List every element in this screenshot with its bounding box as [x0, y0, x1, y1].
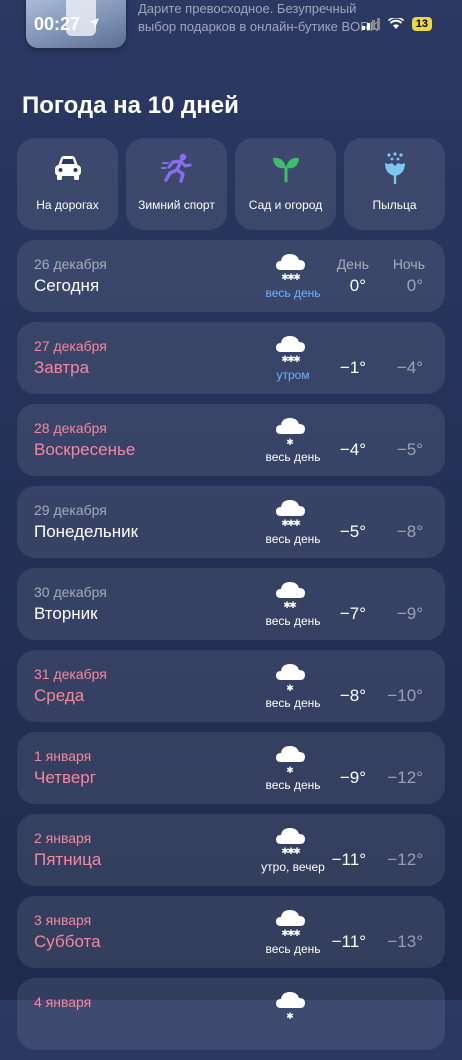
day-date: 28 декабря [34, 420, 107, 436]
night-temperature: −12° [387, 768, 423, 787]
snow-cloud-icon: ✱ [276, 418, 305, 448]
svg-text:✱: ✱ [293, 355, 301, 365]
day-name: Вторник [34, 604, 98, 623]
svg-text:✱: ✱ [289, 601, 297, 611]
precipitation-period: весь день [265, 450, 321, 464]
day-name: Пятница [34, 850, 102, 869]
day-row[interactable]: 3 января Суббота ✱ ✱ ✱ весь день −11° −13° [17, 896, 445, 968]
svg-text:✱: ✱ [286, 1012, 294, 1022]
day-temperature: −1° [339, 358, 366, 377]
svg-text:✱: ✱ [286, 684, 294, 694]
night-temperature: −5° [396, 440, 423, 459]
snow-cloud-icon: ✱✱✱ [276, 254, 305, 283]
day-row[interactable]: 26 декабря Сегодня ✱ ✱ ✱ весь день День Ночь 0° 0… [17, 240, 445, 312]
snow-cloud-icon: ✱✱✱ [276, 336, 305, 365]
night-temperature: −9° [396, 604, 423, 623]
page-title: Погода на 10 дней [22, 92, 239, 119]
snow-cloud-icon: ✱✱ [276, 582, 305, 611]
flower-icon [384, 152, 405, 184]
day-temperature: −5° [339, 522, 366, 541]
signal-icon [361, 18, 380, 30]
status-time: 00:27 [34, 14, 81, 34]
day-temperature: −4° [339, 440, 366, 459]
precipitation-period: весь день [265, 778, 321, 792]
category-label: Зимний спорт [138, 198, 215, 212]
day-row[interactable]: 1 января Четверг ✱ весь день −9° −12° [17, 732, 445, 804]
day-row[interactable]: 2 января Пятница ✱ ✱ ✱ утро, вечер −11° −12° [17, 814, 445, 886]
category-roads[interactable]: На дорогах [17, 138, 118, 230]
night-temperature: −10° [387, 686, 423, 705]
car-icon [54, 156, 81, 180]
day-row[interactable]: 28 декабря Воскресенье ✱ весь день −4° −5° [17, 404, 445, 476]
status-bar: 00:27 Дарите превосходное. Безупречный в… [0, 0, 462, 50]
day-temperature: −9° [339, 768, 366, 787]
snow-cloud-icon: ✱ [276, 664, 305, 694]
svg-text:✱: ✱ [293, 273, 301, 283]
day-date: 30 декабря [34, 584, 107, 600]
day-date: 29 декабря [34, 502, 107, 518]
day-temperature: −8° [339, 686, 366, 705]
day-name: Суббота [34, 932, 101, 951]
ad-line-1: Дарите превосходное. Безупречный [138, 1, 357, 16]
night-temperature: −12° [387, 850, 423, 869]
day-name: Завтра [34, 358, 90, 377]
snow-cloud-icon: ✱✱✱ [276, 500, 305, 529]
column-header-night: Ночь [392, 256, 425, 272]
night-temperature: −13° [387, 932, 423, 951]
runner-icon [160, 153, 191, 183]
snow-cloud-icon: ✱ [276, 746, 305, 776]
day-name: Сегодня [34, 276, 100, 295]
precipitation-period: весь день [265, 696, 321, 710]
snow-cloud-icon: ✱✱✱ [276, 910, 305, 939]
svg-text:✱: ✱ [293, 847, 301, 857]
precipitation-period: весь день [265, 532, 321, 546]
day-name: Воскресенье [34, 440, 136, 459]
category-winter-sport[interactable]: Зимний спорт [126, 138, 227, 230]
day-date: 2 января [34, 830, 92, 846]
night-temperature: −4° [396, 358, 423, 377]
day-name: Четверг [34, 768, 96, 787]
precipitation-period: утром [276, 368, 310, 382]
category-label: Пыльца [372, 198, 417, 212]
category-garden[interactable]: Сад и огород [235, 138, 336, 230]
night-temperature: 0° [406, 276, 423, 295]
day-name: Среда [34, 686, 85, 705]
svg-text:✱: ✱ [286, 438, 294, 448]
day-temperature: −11° [331, 850, 366, 869]
sprout-icon [272, 157, 299, 183]
day-row[interactable]: 30 декабря Вторник ✱ ✱ весь день −7° −9° [17, 568, 445, 640]
day-date: 31 декабря [34, 666, 107, 682]
day-row[interactable]: 29 декабря Понедельник ✱ ✱ ✱ весь день −5° −8° [17, 486, 445, 558]
svg-text:✱: ✱ [286, 766, 294, 776]
day-name: Понедельник [34, 522, 139, 541]
precipitation-period: весь день [265, 286, 321, 300]
precipitation-period: весь день [265, 614, 321, 628]
status-icons: 13 [361, 17, 432, 31]
day-date: 3 января [34, 912, 92, 928]
day-temperature: −7° [339, 604, 366, 623]
svg-text:✱: ✱ [293, 519, 301, 529]
day-row[interactable]: 27 декабря Завтра ✱ ✱ ✱ утром −1° −4° [17, 322, 445, 394]
day-row[interactable]: 4 января ✱ [17, 978, 445, 1050]
day-date: 4 января [34, 994, 92, 1010]
snow-cloud-icon: ✱✱✱ [276, 828, 305, 857]
day-date: 1 января [34, 748, 92, 764]
category-label: Сад и огород [248, 198, 323, 212]
night-temperature: −8° [396, 522, 423, 541]
day-row[interactable]: 31 декабря Среда ✱ весь день −8° −10° [17, 650, 445, 722]
location-arrow-icon [89, 18, 99, 28]
day-temperature: 0° [349, 276, 366, 295]
category-row: На дорогах Зимний спорт Сад и огород Пыл… [17, 138, 445, 230]
snow-cloud-icon: ✱ [276, 992, 305, 1022]
wifi-icon [387, 18, 404, 29]
forecast-list: 26 декабря Сегодня ✱ ✱ ✱ весь день День Ночь 0° 0… [17, 240, 445, 1060]
category-label: На дорогах [36, 198, 99, 212]
svg-text:✱: ✱ [293, 929, 301, 939]
day-date: 27 декабря [34, 338, 107, 354]
battery-badge: 13 [411, 17, 432, 31]
category-pollen[interactable]: Пыльца [344, 138, 445, 230]
column-header-day: День [336, 256, 369, 272]
day-temperature: −11° [331, 932, 366, 951]
day-date: 26 декабря [34, 256, 107, 272]
